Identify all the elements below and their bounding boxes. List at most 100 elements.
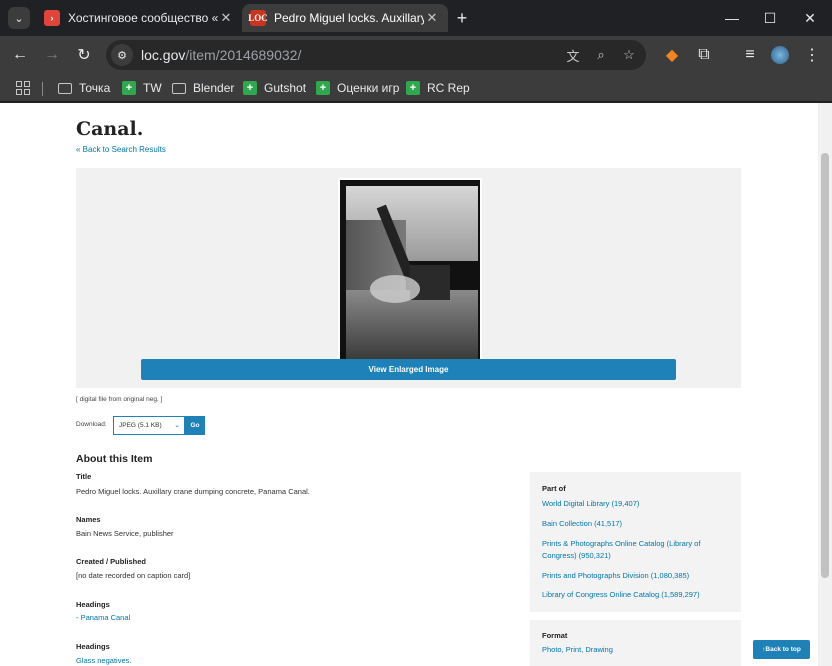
- menu-button[interactable]: ⋮: [800, 43, 824, 67]
- youtube-like-red-icon: ›: [44, 10, 60, 26]
- part-of-link[interactable]: Prints and Photographs Division (1,080,3…: [542, 570, 732, 582]
- address-bar[interactable]: ⚙ loc.gov/item/2014689032/ 文 ⌕ ☆: [106, 40, 646, 70]
- part-of-link[interactable]: Bain Collection (41,517): [542, 518, 732, 530]
- field-value: Bain News Service, publisher: [76, 529, 174, 538]
- minimize-button[interactable]: —: [720, 6, 744, 30]
- media-controls-icon[interactable]: ≡: [738, 43, 762, 67]
- bookmark-tw[interactable]: + TW: [122, 78, 162, 98]
- download-format-value: JPEG (5.1 KB): [119, 422, 162, 429]
- image-viewer: View Enlarged Image: [76, 168, 741, 388]
- folder-icon: [58, 82, 72, 94]
- part-of-link[interactable]: World Digital Library (19,407): [542, 498, 732, 510]
- photo-ground: [346, 290, 478, 360]
- field-heading: Names: [76, 515, 101, 524]
- bookmark-label: Blender: [193, 81, 235, 95]
- bookmark-label: RC Rep: [427, 81, 470, 95]
- green-bookmark-icon: +: [316, 81, 330, 95]
- format-heading: Format: [542, 631, 568, 640]
- new-tab-button[interactable]: +: [452, 8, 472, 28]
- image-caption: [ digital file from original neg. ]: [76, 396, 163, 403]
- tab-title: Хостинговое сообщество «Tim: [68, 11, 218, 25]
- download-format-select[interactable]: JPEG (5.1 KB) ⌄: [113, 416, 185, 435]
- field-heading: Title: [76, 472, 92, 481]
- maximize-icon: ☐: [763, 9, 777, 26]
- back-to-top-button[interactable]: ↑ Back to top: [753, 640, 810, 659]
- format-link[interactable]: Photo, Print, Drawing: [542, 644, 732, 656]
- maximize-button[interactable]: ☐: [758, 6, 782, 30]
- arrow-left-icon: ←: [12, 46, 28, 63]
- zoom-icon[interactable]: ⌕: [590, 44, 612, 66]
- tab-hosting[interactable]: › Хостинговое сообщество «Tim ✕: [36, 4, 242, 32]
- metamask-extension-icon[interactable]: ◆: [660, 43, 684, 67]
- scrollbar-thumb[interactable]: [821, 153, 829, 578]
- forward-button[interactable]: →: [40, 43, 64, 67]
- apps-button[interactable]: [16, 78, 30, 98]
- divider: [42, 82, 43, 96]
- close-icon[interactable]: ✕: [218, 10, 234, 26]
- arrow-right-icon: →: [44, 46, 60, 63]
- page-scrollbar[interactable]: [818, 103, 832, 666]
- view-enlarged-button[interactable]: View Enlarged Image: [141, 359, 676, 380]
- tab-search-button[interactable]: ⌄: [8, 7, 30, 29]
- field-value-link[interactable]: - Panama Canal: [76, 613, 130, 622]
- bookmark-label: Точка: [79, 81, 111, 95]
- folder-icon: [172, 82, 186, 94]
- about-heading: About this Item: [76, 453, 153, 465]
- tab-strip: ⌄ › Хостинговое сообщество «Tim ✕ LOC Pe…: [0, 0, 832, 36]
- page-title: Canal.: [76, 103, 716, 140]
- part-of-link[interactable]: Prints & Photographs Online Catalog (Lib…: [542, 538, 732, 562]
- bookmark-label: TW: [143, 81, 162, 95]
- more-vertical-icon: ⋮: [804, 47, 820, 64]
- web-page: Canal. « Back to Search Results View Enl…: [0, 103, 818, 666]
- green-bookmark-icon: +: [122, 81, 136, 95]
- field-heading: Headings: [76, 642, 110, 651]
- item-photo[interactable]: [338, 178, 482, 368]
- part-of-link[interactable]: Library of Congress Online Catalog (1,58…: [542, 589, 732, 601]
- field-value: Pedro Miguel locks. Auxillary crane dump…: [76, 487, 310, 496]
- url-text[interactable]: loc.gov/item/2014689032/: [141, 47, 562, 63]
- bookmark-star-icon[interactable]: ☆: [618, 44, 640, 66]
- chevron-down-icon: ⌄: [174, 422, 180, 429]
- green-bookmark-icon: +: [243, 81, 257, 95]
- field-heading: Created / Published: [76, 557, 147, 566]
- extensions-icon[interactable]: ⧉: [692, 43, 716, 67]
- url-path: /item/2014689032/: [185, 47, 302, 63]
- back-to-search-link[interactable]: « Back to Search Results: [76, 145, 166, 154]
- bookmark-blender[interactable]: Blender: [172, 78, 234, 98]
- translate-icon[interactable]: 文: [562, 44, 584, 66]
- photo-steam: [370, 275, 420, 303]
- format-panel: Format Photo, Print, Drawing: [530, 620, 741, 666]
- minimize-icon: —: [725, 10, 739, 26]
- green-bookmark-icon: +: [406, 81, 420, 95]
- close-icon: ✕: [804, 9, 816, 26]
- field-value: [no date recorded on caption card]: [76, 571, 191, 580]
- bookmark-ocenki[interactable]: + Оценки игр: [316, 78, 399, 98]
- avatar: [771, 46, 789, 64]
- profile-avatar[interactable]: [768, 43, 792, 67]
- tab-title: Pedro Miguel locks. Auxillary cr: [274, 11, 424, 25]
- site-info-icon[interactable]: ⚙: [111, 44, 133, 66]
- back-to-top-label: Back to top: [765, 646, 801, 653]
- bookmark-rcrep[interactable]: + RC Rep: [406, 78, 470, 98]
- chevron-down-icon: ⌄: [14, 12, 24, 25]
- reload-icon: ↻: [77, 47, 91, 64]
- plus-icon: +: [456, 7, 468, 28]
- window-close-button[interactable]: ✕: [798, 6, 822, 30]
- field-heading: Headings: [76, 600, 110, 609]
- close-icon[interactable]: ✕: [424, 10, 440, 26]
- apps-grid-icon: [16, 81, 30, 95]
- browser-toolbar: ← → ↻ ⚙ loc.gov/item/2014689032/ 文 ⌕ ☆ ◆…: [0, 36, 832, 74]
- bookmarks-bar: Точка + TW Blender + Gutshot + Оценки игр +…: [0, 74, 832, 102]
- download-go-button[interactable]: Go: [185, 416, 205, 435]
- bookmark-gutshot[interactable]: + Gutshot: [243, 78, 306, 98]
- bookmark-tochka[interactable]: Точка: [58, 78, 110, 98]
- browser-window: ⌄ › Хостинговое сообщество «Tim ✕ LOC Pe…: [0, 0, 832, 666]
- part-of-heading: Part of: [542, 484, 566, 493]
- field-value-link[interactable]: Glass negatives.: [76, 656, 131, 665]
- reload-button[interactable]: ↻: [72, 43, 96, 67]
- download-label: Download:: [76, 421, 107, 428]
- tab-loc-item[interactable]: LOC Pedro Miguel locks. Auxillary cr ✕: [242, 4, 448, 32]
- loc-logo-icon: LOC: [248, 10, 268, 26]
- back-button[interactable]: ←: [8, 43, 32, 67]
- bookmark-label: Оценки игр: [337, 81, 400, 95]
